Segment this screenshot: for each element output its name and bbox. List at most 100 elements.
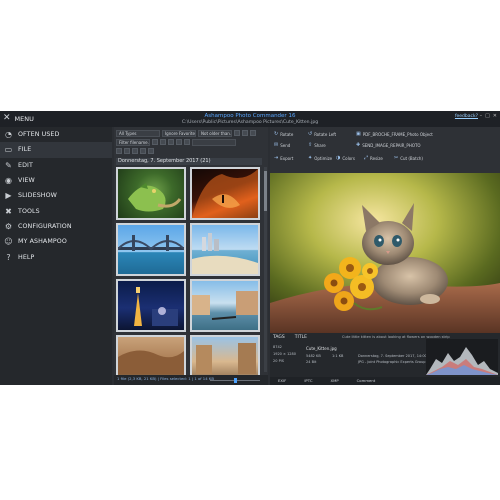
sidebar-item-slideshow[interactable]: ▶ SLIDESHOW bbox=[0, 188, 112, 203]
thumbnail-iguana[interactable] bbox=[116, 167, 186, 220]
rotate-left-icon: ↺ bbox=[308, 131, 313, 137]
meta-filename: Cute_Kitten.jpg bbox=[306, 346, 337, 351]
date-group-header[interactable]: Donnerstag, 7. September 2017 (21) bbox=[116, 158, 262, 165]
sidebar-item-my-ashampoo[interactable]: ☺ MY ASHAMPOO bbox=[0, 234, 112, 249]
sidebar-item-label: OFTEN USED bbox=[18, 131, 60, 139]
refresh-icon[interactable] bbox=[140, 148, 146, 154]
star-icon: ◔ bbox=[4, 130, 13, 140]
thumbnail-venice[interactable] bbox=[190, 279, 260, 332]
app-window: ✕ MENU Ashampoo Photo Commander 16 C:\Us… bbox=[0, 111, 500, 385]
paris-night-image bbox=[134, 287, 178, 326]
export-icon: ⇥ bbox=[274, 155, 279, 161]
tag-icon[interactable] bbox=[176, 139, 182, 145]
thumbnail-bridge[interactable] bbox=[116, 223, 186, 276]
folder-icon[interactable] bbox=[160, 139, 166, 145]
sidebar-item-label: SLIDESHOW bbox=[18, 192, 58, 200]
thumbnail-cave[interactable] bbox=[190, 167, 260, 220]
sidebar-item-configuration[interactable]: ⚙ CONFIGURATION bbox=[0, 219, 112, 234]
venice-image bbox=[192, 291, 258, 320]
funnel-icon[interactable] bbox=[152, 139, 158, 145]
maximize-icon[interactable]: □ bbox=[485, 113, 490, 119]
back-icon[interactable] bbox=[116, 148, 122, 154]
pencil-icon: ✎ bbox=[5, 160, 12, 170]
tab-exif[interactable]: EXIF bbox=[278, 377, 286, 385]
frame-button[interactable]: ▣ PDF_BROCHE_FRAME_Photo Object bbox=[356, 131, 433, 137]
meta-compression: 1:1 KB bbox=[332, 354, 344, 358]
up-icon[interactable] bbox=[132, 148, 138, 154]
meta-format: JPG - Joint Photographic Experts Group bbox=[358, 360, 426, 364]
resize-button[interactable]: ⤢ Resize bbox=[364, 155, 383, 161]
tab-tags[interactable]: TAGS bbox=[273, 335, 285, 340]
title-bar: ✕ MENU Ashampoo Photo Commander 16 C:\Us… bbox=[0, 111, 500, 127]
camera-icon[interactable] bbox=[184, 139, 190, 145]
eye-icon: ◉ bbox=[4, 176, 13, 186]
sidebar-item-help[interactable]: ? HELP bbox=[0, 249, 112, 264]
tab-comment[interactable]: Comment bbox=[357, 377, 376, 385]
sidebar-item-file[interactable]: ▭ FILE bbox=[0, 142, 112, 158]
feedback-link[interactable]: feedback? bbox=[455, 114, 478, 119]
meta-dpi: 20 PIS bbox=[273, 359, 284, 363]
sidebar-item-view[interactable]: ◉ VIEW bbox=[0, 173, 112, 188]
forward-icon[interactable] bbox=[124, 148, 130, 154]
rotate-icon: ↻ bbox=[274, 131, 279, 137]
sidebar-item-label: MY ASHAMPOO bbox=[18, 238, 67, 246]
sidebar-item-edit[interactable]: ✎ EDIT bbox=[0, 158, 112, 173]
thumbnail-scrollbar[interactable] bbox=[264, 167, 267, 372]
tab-xmp[interactable]: XMP bbox=[330, 377, 338, 385]
rotate-button[interactable]: ↻ Rotate bbox=[274, 131, 293, 137]
share-button[interactable]: ⇪ Share bbox=[308, 142, 326, 148]
meta-date: Donnerstag, 7. September 2017, 14:00:00 bbox=[358, 354, 433, 358]
send-button[interactable]: ✉ Send bbox=[274, 142, 290, 148]
street-image bbox=[196, 343, 256, 374]
date-filter-select[interactable]: Not older than... bbox=[198, 130, 232, 137]
app-title: Ashampoo Photo Commander 16 bbox=[204, 113, 296, 119]
sidebar-item-label: CONFIGURATION bbox=[18, 222, 72, 230]
iguana-image bbox=[128, 183, 182, 212]
grid-icon[interactable] bbox=[250, 130, 256, 136]
view-icon[interactable] bbox=[242, 130, 248, 136]
minimize-icon[interactable]: – bbox=[480, 113, 483, 119]
slideshow-icon: ▶ bbox=[5, 191, 12, 201]
thumbnail-paris-night[interactable] bbox=[116, 279, 186, 332]
info-footer-tabs: EXIF IPTC XMP Comment bbox=[270, 377, 500, 385]
window-controls: – □ ✕ bbox=[480, 113, 497, 119]
question-icon: ? bbox=[6, 252, 11, 262]
user-icon: ☺ bbox=[4, 237, 13, 247]
tab-title[interactable]: TITLE bbox=[295, 335, 307, 340]
favorites-filter-select[interactable]: Ignore Favorites bbox=[162, 130, 196, 137]
scrollbar-thumb[interactable] bbox=[264, 171, 267, 211]
histogram bbox=[426, 339, 498, 375]
resize-icon: ⤢ bbox=[364, 155, 369, 161]
optimize-button[interactable]: ✦ Optimize bbox=[308, 155, 332, 161]
home-icon[interactable] bbox=[148, 148, 154, 154]
canyon-image bbox=[118, 350, 184, 374]
optimize-icon: ✦ bbox=[308, 155, 313, 161]
repair-button[interactable]: ✚ SEND_IMAGE_REPAIR_PHOTO bbox=[356, 142, 421, 148]
sidebar-item-label: VIEW bbox=[18, 177, 35, 185]
send-icon: ✉ bbox=[274, 142, 279, 148]
colors-icon: ◑ bbox=[336, 155, 341, 161]
repair-icon: ✚ bbox=[356, 142, 361, 148]
sidebar-item-tools[interactable]: ✖ TOOLS bbox=[0, 203, 112, 218]
cut-batch-button[interactable]: ✂ Cut (Batch) bbox=[394, 155, 423, 161]
info-tabs: TAGS TITLE bbox=[273, 335, 307, 340]
zoom-slider-thumb[interactable] bbox=[234, 378, 237, 383]
search-input[interactable]: Filter filename... bbox=[116, 139, 150, 146]
meta-dimensions: 1920 × 1280 bbox=[273, 352, 296, 356]
cave-image bbox=[192, 169, 258, 218]
rotate-left-button[interactable]: ↺ Rotate Left bbox=[308, 131, 336, 137]
sidebar-item-label: TOOLS bbox=[18, 207, 40, 215]
tag-filter-input[interactable] bbox=[192, 139, 236, 146]
export-button[interactable]: ⇥ Export bbox=[274, 155, 293, 161]
close-icon[interactable]: ✕ bbox=[493, 113, 497, 119]
star-filter-icon[interactable] bbox=[168, 139, 174, 145]
file-browser: All Types Ignore Favorites Not older tha… bbox=[114, 127, 268, 385]
beach-city-image bbox=[192, 233, 258, 274]
sidebar-item-often-used[interactable]: ◔ OFTEN USED bbox=[0, 127, 112, 142]
sort-icon[interactable] bbox=[234, 130, 240, 136]
preview-image[interactable] bbox=[270, 173, 500, 333]
colors-button[interactable]: ◑ Colors bbox=[336, 155, 355, 161]
tab-iptc[interactable]: IPTC bbox=[304, 377, 312, 385]
thumbnail-beach-city[interactable] bbox=[190, 223, 260, 276]
type-filter-select[interactable]: All Types bbox=[116, 130, 160, 137]
